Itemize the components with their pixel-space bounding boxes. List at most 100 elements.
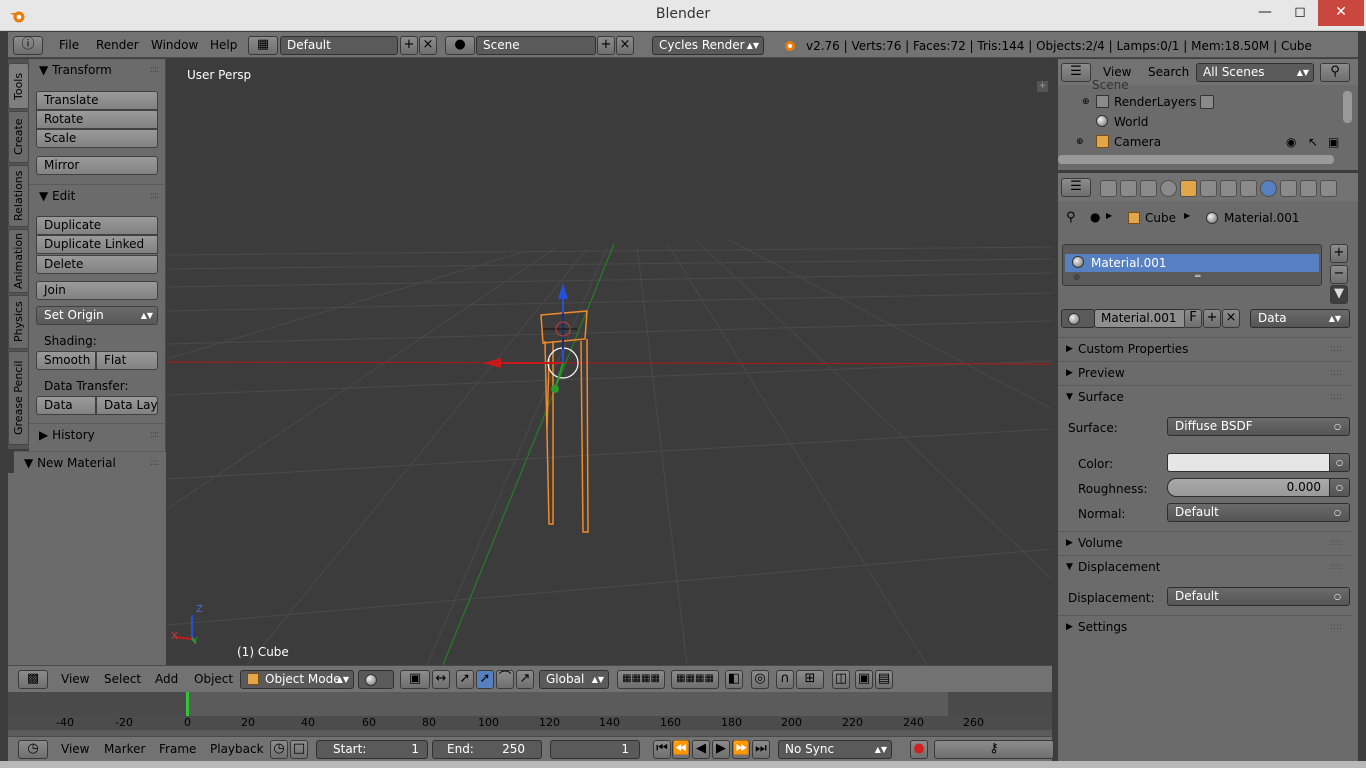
timeline-menu-marker[interactable]: Marker: [104, 742, 145, 756]
tab-tools[interactable]: Tools: [8, 63, 29, 109]
unlink-material-button[interactable]: ×: [1222, 309, 1240, 328]
close-button[interactable]: ✕: [1318, 0, 1364, 26]
render-engine-dropdown[interactable]: Cycles Render ▲▼: [652, 36, 764, 55]
current-frame-marker[interactable]: [186, 692, 189, 716]
jump-keyframe-forward-button[interactable]: ⏩: [732, 740, 750, 759]
settings-section[interactable]: ▶ Settings ::::: [1058, 615, 1352, 637]
tab-animation[interactable]: Animation: [8, 229, 29, 293]
render-animation-button[interactable]: ▤: [875, 670, 893, 689]
menu-file[interactable]: File: [59, 38, 79, 52]
timeline[interactable]: -40 -20 0 20 40 60 80 100 120 140 160 18…: [8, 692, 1052, 736]
keying-set-field[interactable]: ⚷: [934, 740, 1054, 759]
custom-properties-section[interactable]: ▶ Custom Properties ::::: [1058, 337, 1352, 359]
tab-relations[interactable]: Relations: [8, 165, 29, 227]
sync-mode-dropdown[interactable]: No Sync ▲▼: [778, 740, 892, 759]
maximize-button[interactable]: ◻: [1278, 0, 1322, 26]
scale-manipulator-button[interactable]: ↗: [516, 670, 534, 689]
surface-shader-dropdown[interactable]: Diffuse BSDF ○: [1167, 417, 1350, 436]
timeline-menu-frame[interactable]: Frame: [159, 742, 196, 756]
menu-window[interactable]: Window: [151, 38, 198, 52]
start-frame-field[interactable]: Start: 1: [316, 740, 428, 759]
duplicate-linked-button[interactable]: Duplicate Linked: [36, 235, 158, 254]
minimize-button[interactable]: —: [1250, 0, 1280, 26]
outliner-row-renderlayers[interactable]: ⊕ RenderLayers: [1058, 92, 1348, 112]
material-browse-button[interactable]: [1061, 309, 1095, 328]
y-arrow-head[interactable]: [551, 385, 559, 393]
translate-manipulator-button[interactable]: ➚: [456, 670, 474, 689]
preview-range-button[interactable]: ◷: [270, 740, 288, 759]
drag-handle-icon[interactable]: ::::: [1330, 616, 1342, 638]
add-material-slot-button[interactable]: +: [1330, 244, 1348, 263]
modifiers-tab-icon[interactable]: [1220, 180, 1237, 197]
screen-layout-icon-button[interactable]: ▦: [248, 36, 278, 55]
color-swatch[interactable]: [1167, 453, 1330, 472]
screen-layout-field[interactable]: Default: [280, 36, 398, 55]
play-button[interactable]: ▶: [712, 740, 730, 759]
renderable-camera-icon[interactable]: ▣: [1328, 132, 1339, 152]
scene-icon-button[interactable]: ●: [445, 36, 475, 55]
flat-button[interactable]: Flat: [96, 351, 158, 370]
proportional-edit-button[interactable]: ◎: [751, 670, 769, 689]
breadcrumb-material[interactable]: Material.001: [1224, 211, 1299, 225]
constraints-tab-icon[interactable]: [1200, 180, 1217, 197]
outliner[interactable]: Scene ⊕ RenderLayers World ⊕ Camera ◉ ↖ …: [1058, 78, 1358, 170]
scene-layers-2[interactable]: ▦▦▦▦: [671, 670, 719, 689]
rotate-manipulator-button[interactable]: ➚: [476, 670, 494, 689]
rotate-arc-button[interactable]: ⌒: [496, 670, 514, 689]
texture-tab-icon[interactable]: [1280, 180, 1297, 197]
transform-orientation-dropdown[interactable]: Global ▲▼: [539, 670, 609, 689]
add-scene-button[interactable]: +: [597, 36, 615, 55]
lock-range-button[interactable]: □: [290, 740, 308, 759]
smooth-button[interactable]: Smooth: [36, 351, 96, 370]
play-reverse-button[interactable]: ◀: [692, 740, 710, 759]
slot-specials-button[interactable]: ▼: [1330, 285, 1348, 304]
new-material-button[interactable]: +: [1203, 309, 1221, 328]
physics-tab-icon[interactable]: [1320, 180, 1337, 197]
drag-handle-icon[interactable]: ::::: [150, 452, 159, 474]
timeline-menu-playback[interactable]: Playback: [210, 742, 264, 756]
lock-layers-button[interactable]: ◧: [725, 670, 743, 689]
drag-handle-icon[interactable]: ::::: [1330, 556, 1342, 578]
roughness-socket-button[interactable]: ○: [1329, 478, 1350, 497]
data-layout-button[interactable]: Data Layo: [96, 396, 158, 415]
material-tab-icon[interactable]: [1260, 180, 1277, 197]
scene-field[interactable]: Scene: [476, 36, 596, 55]
camera-render-button[interactable]: ▣: [855, 670, 873, 689]
outliner-scrollbar[interactable]: [1343, 91, 1352, 123]
outliner-row-world[interactable]: World: [1058, 112, 1348, 132]
join-button[interactable]: Join: [36, 281, 158, 300]
pivot-point-button[interactable]: ▣: [400, 670, 430, 689]
new-material-panel-header[interactable]: ▼ New Material ::::: [14, 451, 166, 473]
viewport-shading-dropdown[interactable]: [358, 670, 394, 689]
scale-button[interactable]: Scale: [36, 129, 158, 148]
render-layers-tab-icon[interactable]: [1120, 180, 1137, 197]
manipulator-toggle-button[interactable]: ↔: [432, 670, 450, 689]
scene-layers-1[interactable]: ▦▦▦▦: [617, 670, 665, 689]
viewport-editor-type-button[interactable]: ▩: [18, 670, 48, 689]
outliner-h-scrollbar[interactable]: [1058, 155, 1334, 164]
remove-scene-button[interactable]: ×: [616, 36, 634, 55]
current-frame-field[interactable]: 1: [550, 740, 640, 759]
viewport-menu-add[interactable]: Add: [155, 672, 178, 686]
material-name-field[interactable]: Material.001: [1094, 309, 1186, 328]
menu-render[interactable]: Render: [96, 38, 139, 52]
z-arrow-head[interactable]: [558, 283, 568, 299]
jump-start-button[interactable]: ⏮: [653, 740, 671, 759]
viewport-scene[interactable]: [167, 59, 1052, 665]
remove-material-slot-button[interactable]: −: [1330, 265, 1348, 284]
set-origin-dropdown[interactable]: Set Origin ▲▼: [36, 306, 158, 325]
list-resize-handle-icon[interactable]: ═: [1195, 272, 1200, 282]
list-filter-icon[interactable]: ⊕: [1073, 273, 1081, 283]
snap-element-dropdown[interactable]: ⊞: [796, 670, 824, 689]
tab-physics[interactable]: Physics: [8, 295, 29, 349]
timeline-menu-view[interactable]: View: [61, 742, 89, 756]
duplicate-button[interactable]: Duplicate: [36, 216, 158, 235]
drag-handle-icon[interactable]: ::::: [150, 185, 159, 207]
displacement-dropdown[interactable]: Default ○: [1167, 587, 1350, 606]
expand-plus-icon[interactable]: ⊕: [1076, 132, 1084, 152]
material-link-dropdown[interactable]: Data ▲▼: [1250, 309, 1350, 328]
jump-end-button[interactable]: ⏭: [752, 740, 770, 759]
viewport-menu-select[interactable]: Select: [104, 672, 141, 686]
add-screen-button[interactable]: +: [400, 36, 418, 55]
particles-tab-icon[interactable]: [1300, 180, 1317, 197]
